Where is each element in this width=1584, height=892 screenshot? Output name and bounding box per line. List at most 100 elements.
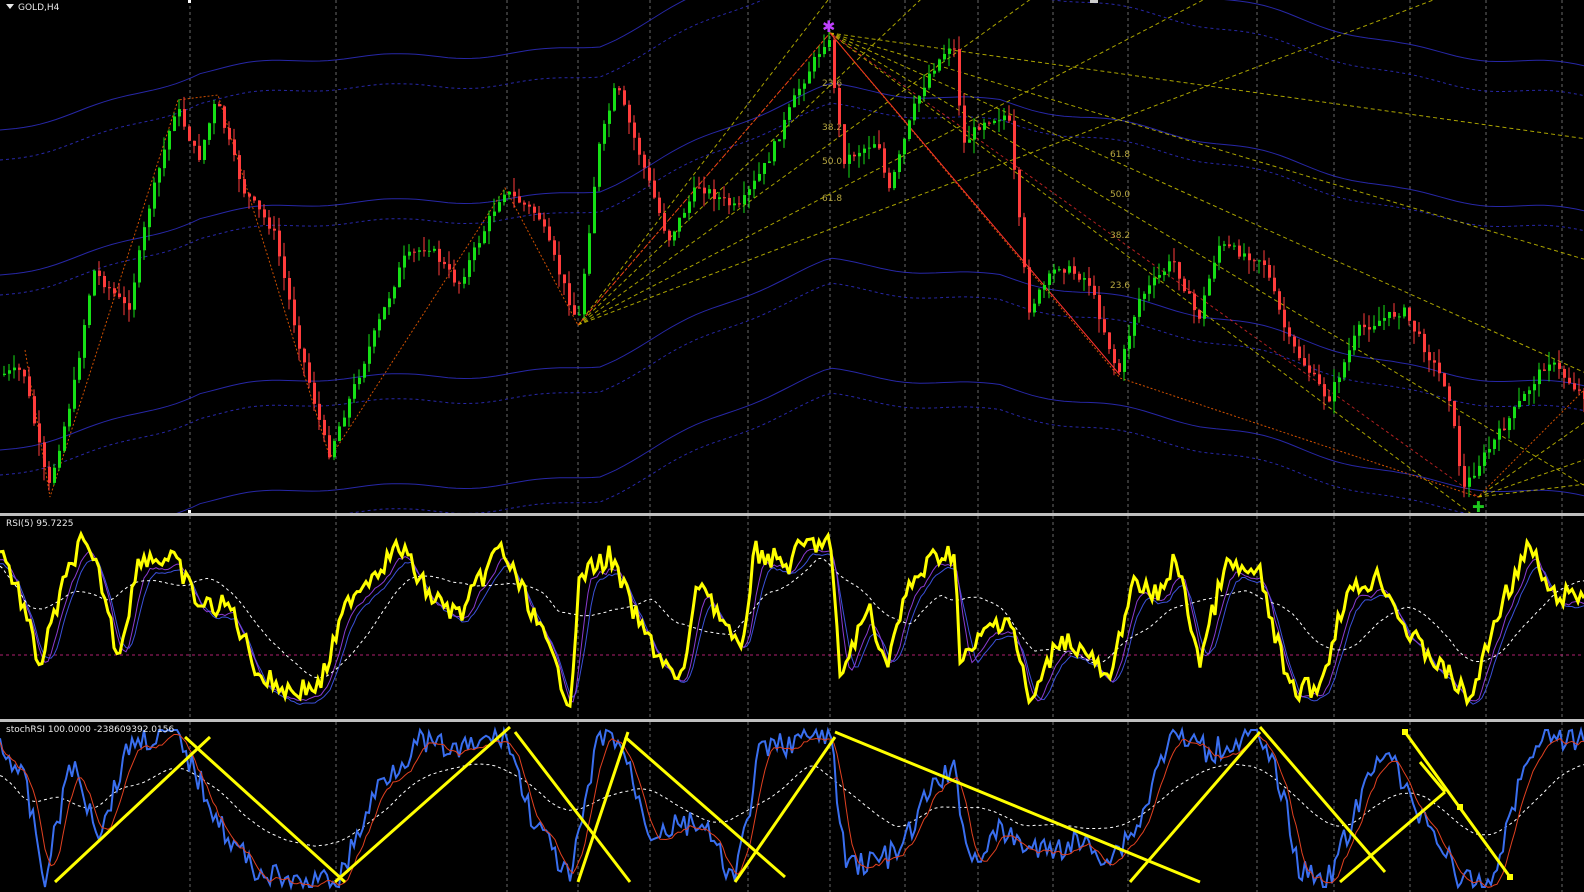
candle-body — [538, 212, 541, 220]
envelope-band — [347, 392, 1468, 513]
candle-body — [383, 307, 386, 320]
candle-body — [1183, 278, 1186, 292]
candle-body — [623, 90, 626, 105]
candle-body — [583, 273, 586, 315]
candle-body — [558, 254, 561, 275]
candle-body — [713, 189, 716, 200]
candle-body — [1363, 324, 1366, 328]
candle-body — [573, 305, 576, 315]
trendline-anchor — [1457, 804, 1463, 810]
candle-body — [1478, 465, 1481, 476]
candle-body — [363, 363, 366, 378]
candle-body — [1488, 448, 1491, 453]
fib-fan-line — [829, 32, 1584, 373]
candle-body — [973, 127, 976, 140]
candle-body — [508, 191, 511, 195]
candle-body — [933, 70, 936, 74]
envelope-band — [176, 367, 1584, 513]
candle-body — [988, 122, 991, 124]
candle-body — [1453, 401, 1456, 427]
candle-body — [443, 261, 446, 265]
price-chart[interactable]: 23.638.250.061.861.850.038.223.6✱✚ — [0, 0, 1584, 513]
candle-body — [323, 419, 326, 436]
candle-body — [1383, 318, 1386, 321]
candle-body — [1438, 362, 1441, 374]
fib-fan-line — [829, 32, 1584, 486]
candle-body — [1208, 278, 1211, 296]
candle-body — [138, 250, 141, 283]
candle-body — [1113, 349, 1116, 364]
candle-body — [28, 376, 31, 397]
candle-body — [1518, 400, 1521, 408]
candle-body — [413, 251, 416, 253]
chevron-down-icon[interactable] — [6, 4, 14, 9]
candle-body — [1443, 373, 1446, 387]
candle-body — [603, 123, 606, 144]
candle-body — [1033, 303, 1036, 313]
candle-body — [1543, 369, 1546, 371]
candle-body — [1148, 285, 1151, 294]
candle-body — [543, 219, 546, 227]
candle-body — [818, 54, 821, 57]
candle-body — [938, 59, 941, 71]
candle-body — [863, 148, 866, 153]
candle-body — [243, 179, 246, 194]
stochrsi-label: stochRSI 100.0000 -238609392.0156 — [6, 725, 175, 735]
price-chart-pane[interactable]: 23.6 38.2 50.0 61.8 61.8 50.0 38.2 23.6 ✱ ✚ GOLD,… — [0, 0, 1584, 513]
candle-body — [518, 196, 521, 203]
candle-body — [533, 206, 536, 213]
candle-body — [1083, 278, 1086, 280]
candle-body — [868, 147, 871, 149]
candle-body — [1078, 273, 1081, 280]
candle-body — [1018, 169, 1021, 218]
candle-body — [773, 141, 776, 162]
candle-body — [1333, 382, 1336, 402]
envelope-band — [0, 257, 1584, 451]
candle-body — [1308, 365, 1311, 373]
stochrsi-chart[interactable] — [0, 722, 1584, 892]
rsi-indicator-pane[interactable]: RSI(5) 95.7225 — [0, 516, 1584, 719]
candle-body — [658, 197, 661, 213]
candle-body — [183, 109, 186, 127]
candle-body — [438, 248, 441, 262]
candle-body — [813, 56, 816, 72]
candle-body — [1448, 386, 1451, 402]
candle-body — [68, 408, 71, 427]
candle-body — [1068, 266, 1071, 273]
candle-body — [718, 197, 721, 200]
candle-body — [83, 325, 86, 358]
candle-body — [1178, 262, 1181, 279]
fib-level-label: 61.8 — [822, 194, 842, 204]
candle-body — [593, 186, 596, 234]
candle-body — [268, 217, 271, 229]
candle-body — [1498, 428, 1501, 440]
candle-body — [898, 154, 901, 173]
trendline-anchor — [1507, 874, 1513, 880]
candle-body — [1408, 307, 1411, 321]
candle-body — [163, 149, 166, 169]
fib-level-label: 23.6 — [1110, 281, 1130, 291]
candle-body — [858, 152, 861, 157]
candle-body — [893, 172, 896, 189]
stochrsi-indicator-pane[interactable]: stochRSI 100.0000 -238609392.0156 — [0, 722, 1584, 892]
candle-body — [758, 173, 761, 181]
candle-body — [1028, 267, 1031, 313]
candle-body — [453, 269, 456, 283]
candle-body — [328, 435, 331, 458]
candle-body — [418, 250, 421, 252]
candle-body — [913, 103, 916, 121]
rsi-moving-average — [0, 557, 1584, 679]
rsi-chart[interactable] — [0, 516, 1584, 719]
candle-body — [793, 95, 796, 108]
candle-body — [458, 282, 461, 284]
candle-body — [608, 110, 611, 124]
symbol-timeframe-label: GOLD,H4 — [18, 3, 60, 13]
candle-body — [693, 187, 696, 202]
candle-body — [1153, 277, 1156, 286]
candle-body — [1243, 253, 1246, 257]
candle-body — [293, 299, 296, 326]
candle-body — [1328, 396, 1331, 402]
candle-body — [393, 287, 396, 299]
candle-body — [703, 187, 706, 194]
candle-body — [423, 250, 426, 252]
